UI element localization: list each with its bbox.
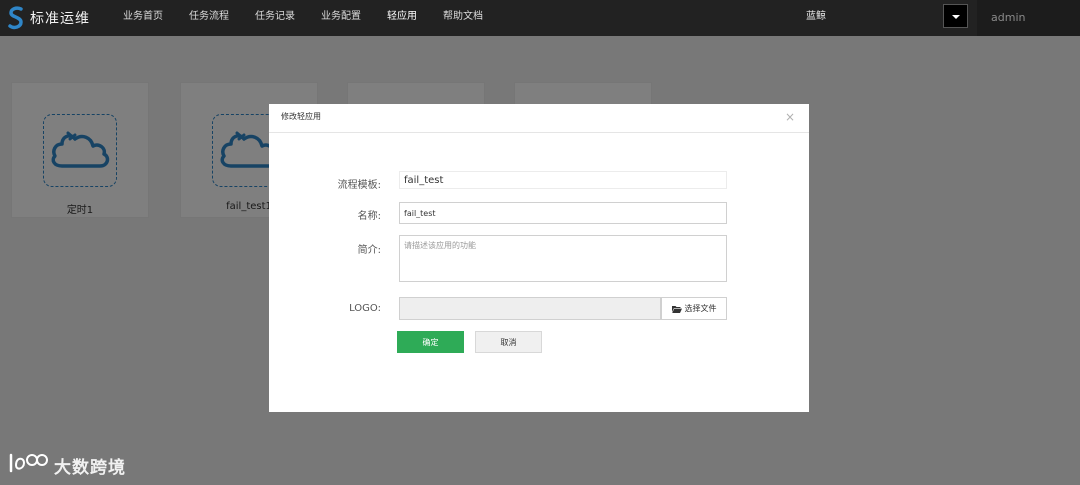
nav-item-task-records[interactable]: 任务记录 <box>242 0 308 36</box>
template-field <box>399 171 727 189</box>
logo-label: LOGO: <box>349 303 381 314</box>
watermark-text: 大数跨境 <box>54 457 126 478</box>
username: admin <box>991 11 1026 24</box>
description-label: 简介: <box>357 245 381 256</box>
caret-down-icon <box>952 15 960 19</box>
logo-s-icon <box>8 6 24 30</box>
close-icon[interactable]: × <box>785 109 795 125</box>
cancel-button[interactable]: 取消 <box>475 331 542 353</box>
template-label: 流程模板: <box>337 180 381 191</box>
watermark: 大数跨境 <box>8 452 126 478</box>
dialog-title: 修改轻应用 <box>281 112 321 121</box>
nav-item-business-config[interactable]: 业务配置 <box>308 0 374 36</box>
logo-file-path <box>399 297 661 320</box>
logo-file-picker: 选择文件 <box>399 297 727 320</box>
main-nav: 业务首页 任务流程 任务记录 业务配置 轻应用 帮助文档 <box>110 0 496 36</box>
confirm-button[interactable]: 确定 <box>397 331 464 353</box>
nav-item-help-docs[interactable]: 帮助文档 <box>430 0 496 36</box>
folder-open-icon <box>671 305 682 313</box>
nav-item-task-flow[interactable]: 任务流程 <box>176 0 242 36</box>
nav-item-light-apps[interactable]: 轻应用 <box>374 0 430 36</box>
dialog-header: 修改轻应用 × <box>269 104 809 133</box>
top-navbar: 标准运维 业务首页 任务流程 任务记录 业务配置 轻应用 帮助文档 蓝鲸 adm… <box>0 0 1080 36</box>
watermark-logo-icon <box>8 451 48 479</box>
name-input[interactable] <box>399 202 727 224</box>
app-logo-text: 标准运维 <box>30 11 90 27</box>
edit-light-app-dialog: 修改轻应用 × 流程模板: 名称: 简介: LOGO: 选择文件 确定 取消 <box>269 104 809 412</box>
choose-file-label: 选择文件 <box>684 304 717 313</box>
choose-file-button[interactable]: 选择文件 <box>661 297 727 320</box>
user-menu[interactable]: admin <box>977 0 1080 36</box>
business-selector-label[interactable]: 蓝鲸 <box>806 0 826 36</box>
nav-item-home[interactable]: 业务首页 <box>110 0 176 36</box>
name-label: 名称: <box>357 211 381 222</box>
app-logo[interactable]: 标准运维 <box>8 5 90 31</box>
description-textarea[interactable] <box>399 235 727 282</box>
business-dropdown-button[interactable] <box>943 4 968 28</box>
